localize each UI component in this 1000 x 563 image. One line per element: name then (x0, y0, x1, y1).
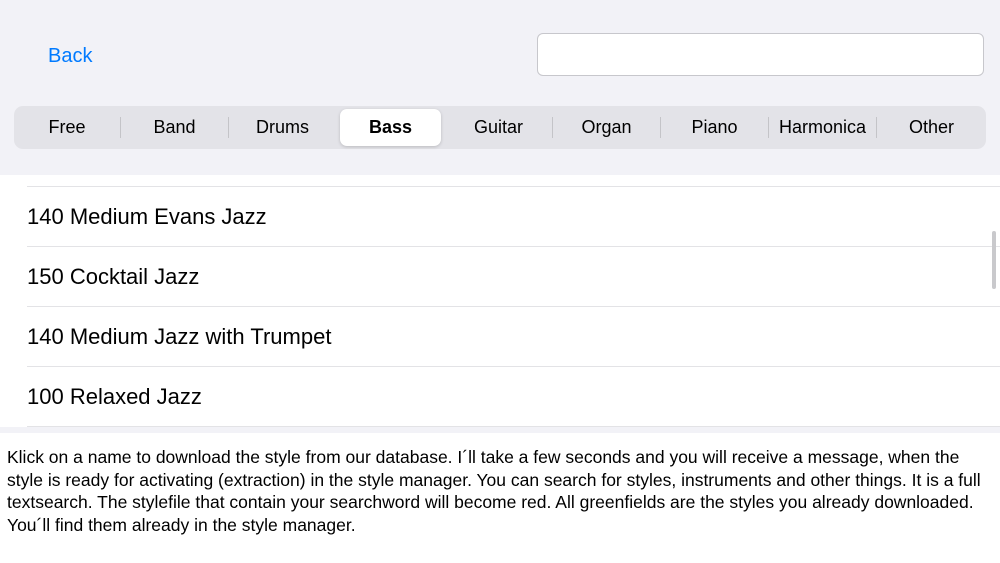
list-item[interactable]: 100 Relaxed Jazz (0, 367, 1000, 426)
list-item-label: 150 Cocktail Jazz (27, 264, 200, 289)
search-input[interactable] (537, 33, 984, 76)
list-item[interactable]: 140 Medium Evans Jazz (0, 187, 1000, 246)
back-button[interactable]: Back (48, 42, 92, 70)
tab-piano[interactable]: Piano (661, 106, 768, 149)
style-list[interactable]: 140 Medium Evans Jazz 150 Cocktail Jazz … (0, 175, 1000, 427)
list-item-label: 140 Medium Evans Jazz (27, 204, 267, 229)
list-item-label: 100 Relaxed Jazz (27, 384, 202, 409)
list-item[interactable]: 150 Cocktail Jazz (0, 247, 1000, 306)
top-bar: Back Free Band Drums Bass Guitar Organ P… (0, 0, 1000, 175)
scroll-indicator[interactable] (992, 231, 996, 289)
info-text: Klick on a name to download the style fr… (7, 447, 981, 535)
tab-drums[interactable]: Drums (229, 106, 336, 149)
tab-band[interactable]: Band (121, 106, 228, 149)
tab-organ[interactable]: Organ (553, 106, 660, 149)
tab-guitar[interactable]: Guitar (445, 106, 552, 149)
list-item-label: 140 Medium Jazz with Trumpet (27, 324, 332, 349)
list-item[interactable]: 140 Medium Jazz with Trumpet (0, 307, 1000, 366)
tab-other[interactable]: Other (877, 106, 986, 149)
category-segmented-control: Free Band Drums Bass Guitar Organ Piano … (14, 106, 986, 149)
tab-harmonica[interactable]: Harmonica (769, 106, 876, 149)
section-divider (0, 427, 1000, 433)
tab-bass[interactable]: Bass (340, 109, 441, 146)
tab-free[interactable]: Free (14, 106, 120, 149)
